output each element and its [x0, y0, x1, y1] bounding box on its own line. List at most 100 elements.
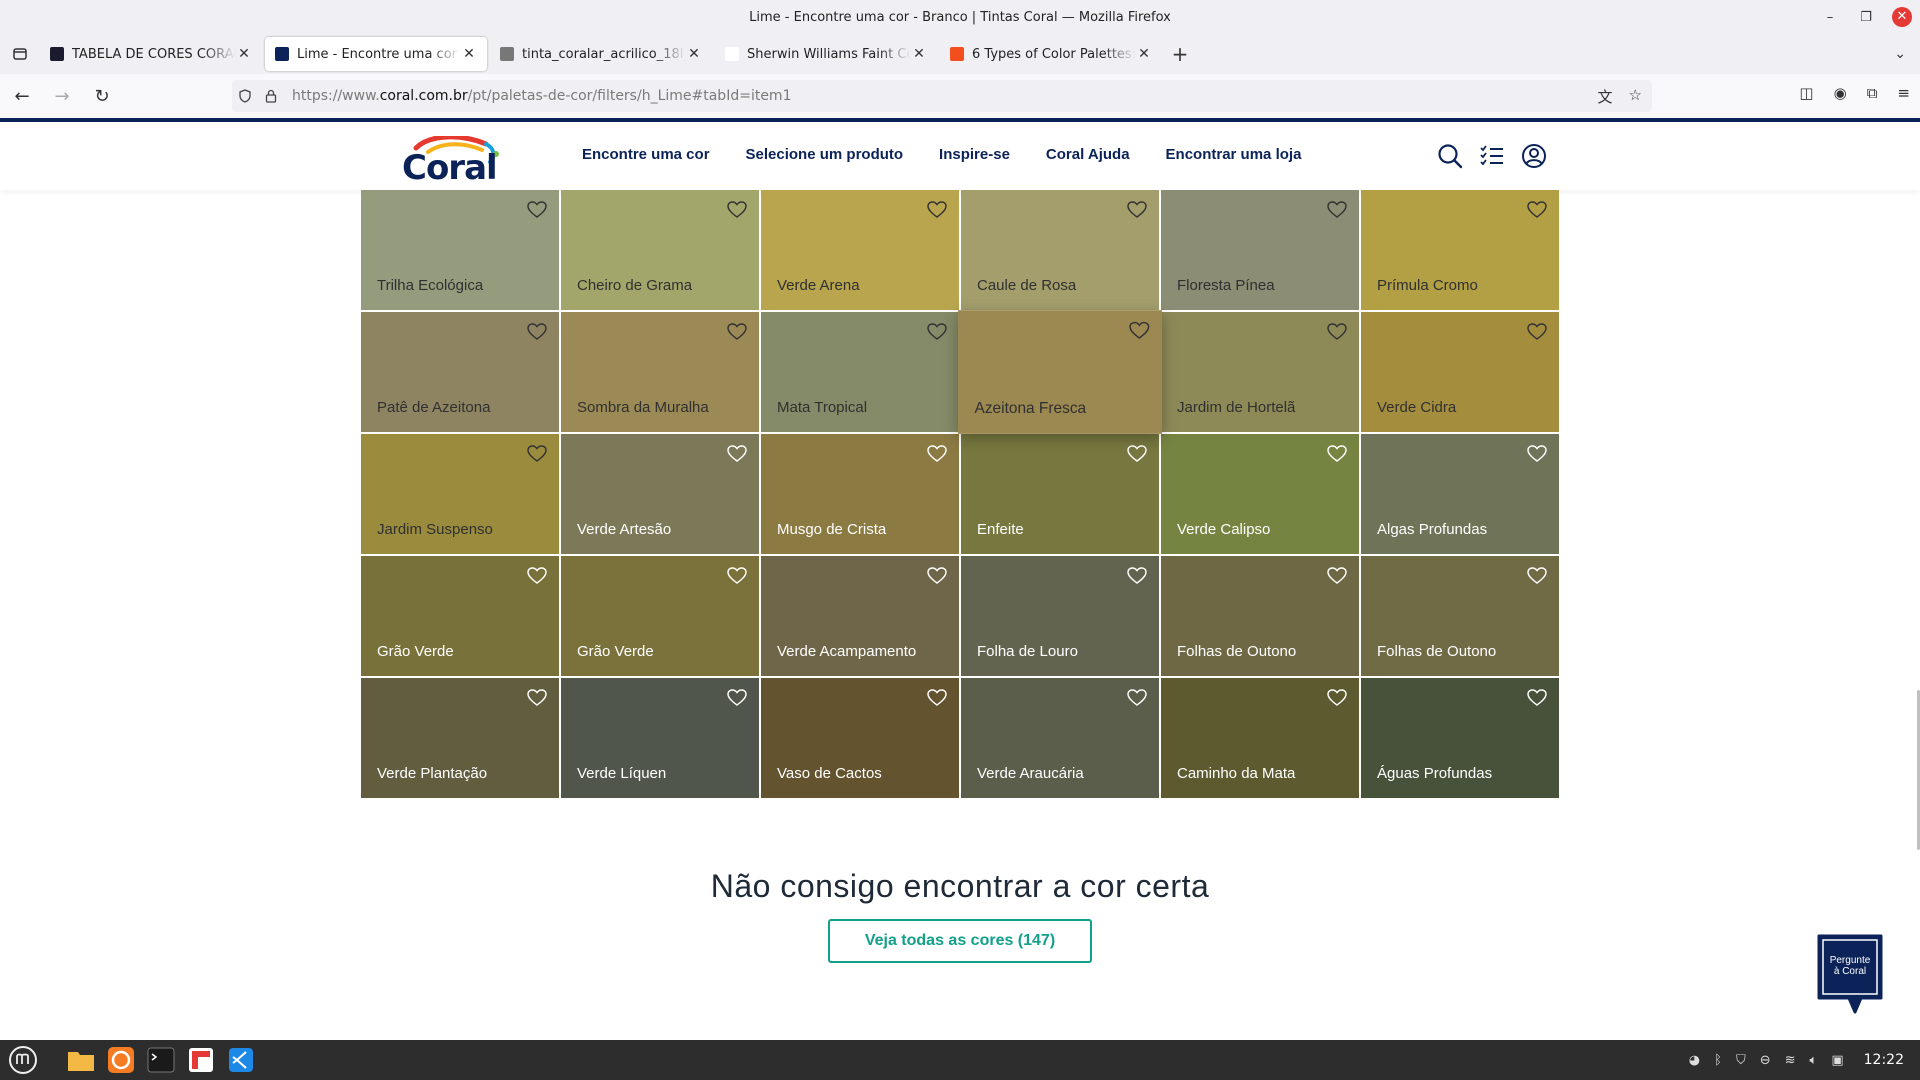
favorite-heart-icon[interactable]	[1129, 321, 1150, 342]
user-account-icon[interactable]	[1520, 142, 1548, 170]
files-folder-icon[interactable]	[64, 1043, 98, 1077]
color-swatch[interactable]: Jardim de Hortelã	[1161, 312, 1359, 432]
color-swatch[interactable]: Prímula Cromo	[1361, 190, 1559, 310]
color-swatch[interactable]: Folhas de Outono	[1161, 556, 1359, 676]
nav-select-product[interactable]: Selecione um produto	[746, 146, 904, 163]
start-menu-icon[interactable]	[6, 1043, 40, 1077]
coral-logo[interactable]: Coral	[402, 136, 502, 188]
color-swatch[interactable]: Verde Calipso	[1161, 434, 1359, 554]
maximize-icon[interactable]: ❐	[1856, 10, 1876, 25]
browser-tab[interactable]: 6 Types of Color Palettes: D ✕	[940, 37, 1162, 71]
color-swatch[interactable]: Mata Tropical	[761, 312, 959, 432]
minimize-icon[interactable]: –	[1820, 10, 1840, 25]
close-tab-icon[interactable]: ✕	[911, 46, 927, 62]
forward-arrow-icon[interactable]: →	[44, 80, 80, 112]
search-icon[interactable]	[1436, 142, 1464, 170]
favorite-heart-icon[interactable]	[1127, 200, 1147, 220]
nav-find-store[interactable]: Encontrar uma loja	[1166, 146, 1302, 163]
color-swatch[interactable]: Cheiro de Grama	[561, 190, 759, 310]
bluetooth-icon[interactable]: ᛒ	[1714, 1053, 1722, 1068]
color-swatch[interactable]: Folhas de Outono	[1361, 556, 1559, 676]
favorite-heart-icon[interactable]	[1527, 688, 1547, 708]
favorite-heart-icon[interactable]	[727, 200, 747, 220]
color-swatch[interactable]: Enfeite	[961, 434, 1159, 554]
close-tab-icon[interactable]: ✕	[1136, 46, 1152, 62]
color-swatch[interactable]: Verde Acampamento	[761, 556, 959, 676]
favorite-heart-icon[interactable]	[927, 444, 947, 464]
favorite-heart-icon[interactable]	[1327, 200, 1347, 220]
favorite-heart-icon[interactable]	[527, 322, 547, 342]
color-swatch[interactable]: Verde Líquen	[561, 678, 759, 798]
vscode-icon[interactable]	[224, 1043, 258, 1077]
favorite-heart-icon[interactable]	[727, 322, 747, 342]
color-swatch[interactable]: Folha de Louro	[961, 556, 1159, 676]
account-icon[interactable]: ◉	[1834, 84, 1847, 102]
favorite-heart-icon[interactable]	[1527, 444, 1547, 464]
menu-icon[interactable]: ≡	[1897, 84, 1910, 102]
pocket-icon[interactable]: ◫	[1799, 84, 1813, 102]
url-text[interactable]: https://www.coral.com.br/pt/paletas-de-c…	[292, 88, 791, 104]
translate-icon[interactable]: 文	[1598, 86, 1613, 107]
app-red-icon[interactable]	[184, 1043, 218, 1077]
color-swatch[interactable]: Verde Plantação	[361, 678, 559, 798]
discord-icon[interactable]: ◕	[1689, 1053, 1700, 1068]
favorite-heart-icon[interactable]	[1327, 688, 1347, 708]
browser-tab[interactable]: Lime - Encontre uma cor - Br✕	[265, 37, 487, 71]
color-swatch[interactable]: Floresta Pínea	[1161, 190, 1359, 310]
firefox-taskbar-icon[interactable]	[104, 1043, 138, 1077]
favorite-heart-icon[interactable]	[727, 444, 747, 464]
bookmark-star-icon[interactable]: ☆	[1629, 86, 1642, 107]
favorite-heart-icon[interactable]	[927, 688, 947, 708]
color-swatch[interactable]: Verde Cidra	[1361, 312, 1559, 432]
favorite-heart-icon[interactable]	[1327, 444, 1347, 464]
favorite-heart-icon[interactable]	[1327, 566, 1347, 586]
nav-find-color[interactable]: Encontre uma cor	[582, 146, 710, 163]
url-bar[interactable]: https://www.coral.com.br/pt/paletas-de-c…	[232, 80, 1652, 112]
favorite-heart-icon[interactable]	[1127, 566, 1147, 586]
favorite-heart-icon[interactable]	[1527, 200, 1547, 220]
new-tab-button[interactable]: +	[1165, 42, 1195, 66]
tab-list-chevron-icon[interactable]: ⌄	[1894, 46, 1906, 62]
favorite-heart-icon[interactable]	[927, 200, 947, 220]
nav-inspire[interactable]: Inspire-se	[939, 146, 1010, 163]
favorite-heart-icon[interactable]	[1127, 444, 1147, 464]
browser-tab[interactable]: Sherwin Williams Faint Coral✕	[715, 37, 937, 71]
browser-tab[interactable]: TABELA DE CORES CORAL – ✕	[40, 37, 262, 71]
ask-coral-label[interactable]: Pergunte à Coral	[1822, 955, 1878, 977]
extensions-icon[interactable]: ⧉	[1867, 84, 1878, 102]
color-swatch[interactable]: Caminho da Mata	[1161, 678, 1359, 798]
browser-tab[interactable]: tinta_coralar_acrilico_18l_c ✕	[490, 37, 712, 71]
color-swatch[interactable]: Verde Artesão	[561, 434, 759, 554]
clock[interactable]: 12:22	[1864, 1052, 1904, 1068]
color-swatch[interactable]: Jardim Suspenso	[361, 434, 559, 554]
lock-icon[interactable]	[258, 89, 284, 103]
color-swatch[interactable]: Sombra da Muralha	[561, 312, 759, 432]
color-swatch[interactable]: Verde Araucária	[961, 678, 1159, 798]
close-window-icon[interactable]: ✕	[1892, 7, 1912, 27]
color-swatch[interactable]: Algas Profundas	[1361, 434, 1559, 554]
shield-icon[interactable]	[232, 89, 258, 103]
favorite-heart-icon[interactable]	[1127, 688, 1147, 708]
firefox-view-icon[interactable]	[0, 34, 40, 74]
favorite-heart-icon[interactable]	[1527, 322, 1547, 342]
favorite-heart-icon[interactable]	[927, 566, 947, 586]
vpn-icon[interactable]: ⊖	[1760, 1053, 1771, 1068]
wifi-icon[interactable]: ≋	[1785, 1053, 1796, 1068]
favorite-heart-icon[interactable]	[927, 322, 947, 342]
favorite-heart-icon[interactable]	[527, 200, 547, 220]
favorite-heart-icon[interactable]	[527, 566, 547, 586]
favorite-heart-icon[interactable]	[727, 566, 747, 586]
favorite-heart-icon[interactable]	[1527, 566, 1547, 586]
reload-icon[interactable]: ↻	[84, 80, 120, 112]
color-swatch[interactable]: Grão Verde	[561, 556, 759, 676]
favorite-heart-icon[interactable]	[1327, 322, 1347, 342]
color-swatch[interactable]: Caule de Rosa	[961, 190, 1159, 310]
nav-coral-help[interactable]: Coral Ajuda	[1046, 146, 1130, 163]
view-all-colors-button[interactable]: Veja todas as cores (147)	[828, 919, 1092, 963]
color-swatch[interactable]: Azeitona Fresca	[958, 310, 1162, 434]
close-tab-icon[interactable]: ✕	[236, 46, 252, 62]
checklist-icon[interactable]	[1478, 142, 1506, 170]
close-tab-icon[interactable]: ✕	[461, 46, 477, 62]
color-swatch[interactable]: Grão Verde	[361, 556, 559, 676]
clipboard-icon[interactable]: ▣	[1831, 1053, 1843, 1068]
